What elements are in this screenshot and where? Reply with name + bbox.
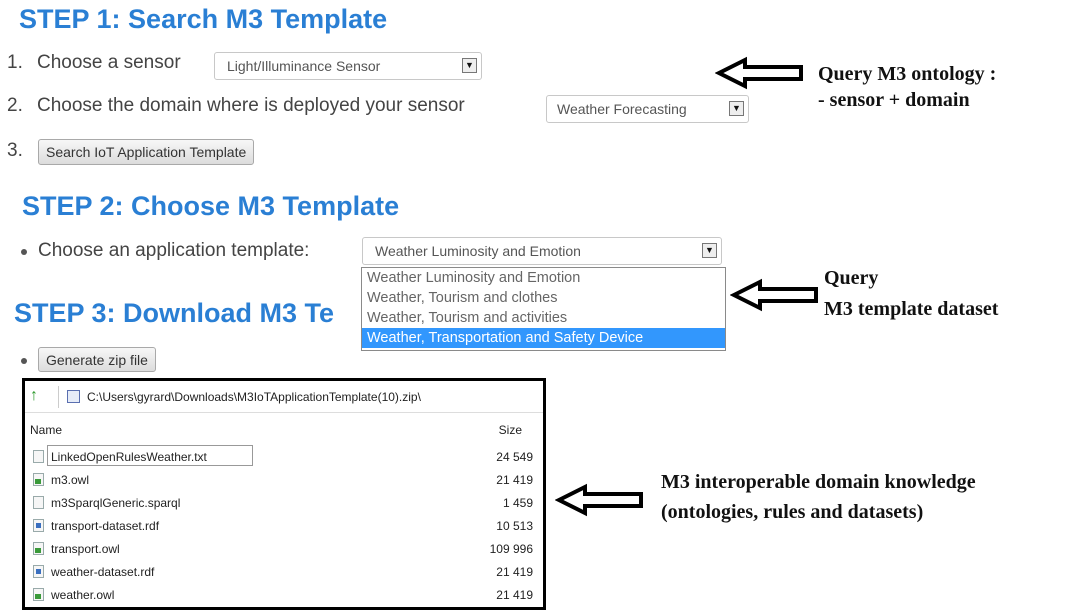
step1-item1-label: Choose a sensor: [37, 52, 181, 73]
generate-zip-button[interactable]: Generate zip file: [38, 347, 156, 372]
file-size: 109 996: [489, 542, 533, 556]
chevron-down-icon[interactable]: ▼: [462, 58, 477, 73]
step1-item2-label: Choose the domain where is deployed your…: [37, 95, 465, 116]
file-size: 10 513: [496, 519, 533, 533]
sensor-select-value: Light/Illuminance Sensor: [227, 58, 381, 74]
file-row[interactable]: weather.owl 21 419: [33, 583, 533, 607]
file-row[interactable]: transport-dataset.rdf 10 513: [33, 514, 533, 538]
dropdown-option-selected[interactable]: Weather, Transportation and Safety Devic…: [362, 328, 725, 348]
step2-heading: STEP 2: Choose M3 Template: [22, 191, 400, 221]
annotation-knowledge-detail: (ontologies, rules and datasets): [661, 501, 924, 523]
column-header-name[interactable]: Name: [30, 423, 62, 437]
step3-heading: STEP 3: Download M3 Te: [14, 298, 335, 328]
zip-folder-icon: [67, 390, 80, 403]
file-explorer: ↑ C:\Users\gyrard\Downloads\M3IoTApplica…: [22, 378, 546, 610]
arrow-left-icon: [555, 483, 643, 517]
file-name: weather.owl: [51, 588, 115, 602]
address-bar[interactable]: C:\Users\gyrard\Downloads\M3IoTApplicati…: [58, 386, 549, 408]
domain-select-value: Weather Forecasting: [557, 101, 687, 117]
divider: [25, 412, 543, 413]
text-file-icon: [33, 496, 44, 509]
file-size: 21 419: [496, 473, 533, 487]
dropdown-option[interactable]: Weather, Tourism and activities: [362, 308, 725, 328]
file-name: transport-dataset.rdf: [51, 519, 160, 533]
file-row[interactable]: LinkedOpenRulesWeather.txt 24 549: [33, 445, 533, 469]
step1-item1-number: 1.: [7, 52, 23, 73]
bullet: [21, 358, 27, 364]
file-row[interactable]: m3.owl 21 419: [33, 468, 533, 492]
file-name: m3SparqlGeneric.sparql: [51, 496, 181, 510]
file-size: 21 419: [496, 565, 533, 579]
address-path: C:\Users\gyrard\Downloads\M3IoTApplicati…: [87, 390, 421, 404]
annotation-knowledge-title: M3 interoperable domain knowledge: [661, 471, 976, 493]
file-row[interactable]: m3SparqlGeneric.sparql 1 459: [33, 491, 533, 515]
file-name: LinkedOpenRulesWeather.txt: [51, 450, 207, 464]
dropdown-option[interactable]: Weather, Tourism and clothes: [362, 288, 725, 308]
annotation-query-ontology-title: Query M3 ontology :: [818, 63, 997, 85]
file-row[interactable]: transport.owl 109 996: [33, 537, 533, 561]
arrow-left-icon: [730, 278, 818, 312]
text-file-icon: [33, 450, 44, 463]
file-size: 21 419: [496, 588, 533, 602]
search-template-button[interactable]: Search IoT Application Template: [38, 139, 255, 165]
file-name: transport.owl: [51, 542, 120, 556]
file-name: weather-dataset.rdf: [51, 565, 155, 579]
domain-select[interactable]: Weather Forecasting ▼: [546, 95, 749, 123]
step1-heading: STEP 1: Search M3 Template: [19, 4, 388, 34]
rdf-file-icon: [33, 565, 44, 578]
chevron-down-icon[interactable]: ▼: [702, 243, 717, 258]
bullet: [21, 249, 27, 255]
step1-item2-number: 2.: [7, 95, 23, 116]
rdf-file-icon: [33, 519, 44, 532]
template-select[interactable]: Weather Luminosity and Emotion ▼: [362, 237, 722, 265]
template-select-value: Weather Luminosity and Emotion: [375, 243, 581, 259]
sensor-select[interactable]: Light/Illuminance Sensor ▼: [214, 52, 482, 80]
chevron-down-icon[interactable]: ▼: [729, 101, 744, 116]
annotation-query-dataset-detail: M3 template dataset: [824, 298, 999, 320]
file-row[interactable]: weather-dataset.rdf 21 419: [33, 560, 533, 584]
owl-file-icon: [33, 473, 44, 486]
column-header-size[interactable]: Size: [499, 423, 522, 437]
owl-file-icon: [33, 542, 44, 555]
step2-label: Choose an application template:: [38, 240, 310, 261]
template-dropdown-list[interactable]: Weather Luminosity and Emotion Weather, …: [361, 267, 726, 351]
dropdown-option[interactable]: Weather Luminosity and Emotion: [362, 268, 725, 288]
file-size: 24 549: [496, 450, 533, 464]
annotation-query-dataset-title: Query: [824, 267, 879, 289]
file-name: m3.owl: [51, 473, 90, 487]
annotation-query-ontology-detail: - sensor + domain: [818, 89, 970, 111]
step1-item3-number: 3.: [7, 140, 23, 161]
owl-file-icon: [33, 588, 44, 601]
up-arrow-icon[interactable]: ↑: [30, 387, 44, 405]
file-size: 1 459: [502, 496, 533, 510]
arrow-left-icon: [715, 56, 803, 90]
